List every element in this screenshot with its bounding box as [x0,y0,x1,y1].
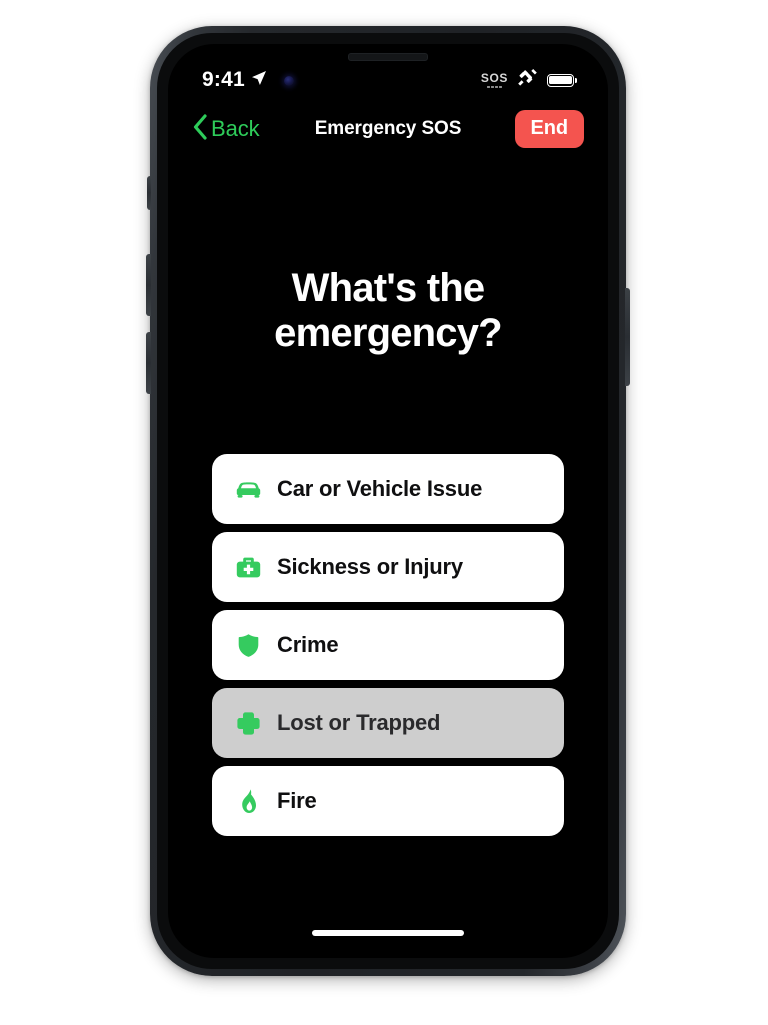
front-camera-icon [284,76,294,86]
option-label: Crime [277,632,339,657]
sos-indicator: SOS [481,72,508,89]
location-arrow-icon [251,70,267,91]
option-lost-or-trapped[interactable]: Lost or Trapped [212,688,564,758]
shield-icon [234,631,263,660]
iphone-mockup: 9:41 SOS Back Emergency SOS End What's t… [146,26,630,976]
earpiece-speaker-icon [348,53,428,61]
option-label: Lost or Trapped [277,710,441,735]
status-time: 9:41 [202,68,245,91]
volume-up-button[interactable] [146,254,151,316]
sos-label: SOS [480,70,508,85]
option-fire[interactable]: Fire [212,766,564,836]
option-label: Sickness or Injury [277,554,463,579]
volume-down-button[interactable] [146,332,151,394]
option-crime[interactable]: Crime [212,610,564,680]
nav-bar: Back Emergency SOS End [168,106,608,152]
mute-switch[interactable] [147,176,151,210]
sos-signal-dots-icon [487,85,502,89]
status-bar-left: 9:41 [202,68,267,92]
option-label: Fire [277,788,317,813]
phone-bezel: 9:41 SOS Back Emergency SOS End What's t… [157,33,619,969]
satellite-icon [517,68,538,92]
option-label: Car or Vehicle Issue [277,476,483,501]
back-button[interactable]: Back [192,113,260,145]
option-car-or-vehicle-issue[interactable]: Car or Vehicle Issue [212,454,564,524]
car-icon [234,475,263,504]
power-button[interactable] [625,288,630,386]
back-label: Back [211,116,260,141]
medical-bag-icon [234,553,263,582]
emergency-options-list: Car or Vehicle Issue Sickness or Injury … [212,454,564,836]
headline: What's the emergency? [274,266,502,355]
phone-screen: 9:41 SOS Back Emergency SOS End What's t… [168,44,608,958]
chevron-left-icon [192,113,208,145]
battery-icon [547,73,577,87]
screenshot-canvas: 9:41 SOS Back Emergency SOS End What's t… [0,0,768,1025]
status-bar-right: SOS [481,68,577,92]
battery-fill [549,75,572,85]
home-indicator[interactable] [312,930,464,936]
option-sickness-or-injury[interactable]: Sickness or Injury [212,532,564,602]
flame-icon [234,787,263,816]
end-button[interactable]: End [514,110,584,148]
cross-plus-icon [234,709,263,738]
